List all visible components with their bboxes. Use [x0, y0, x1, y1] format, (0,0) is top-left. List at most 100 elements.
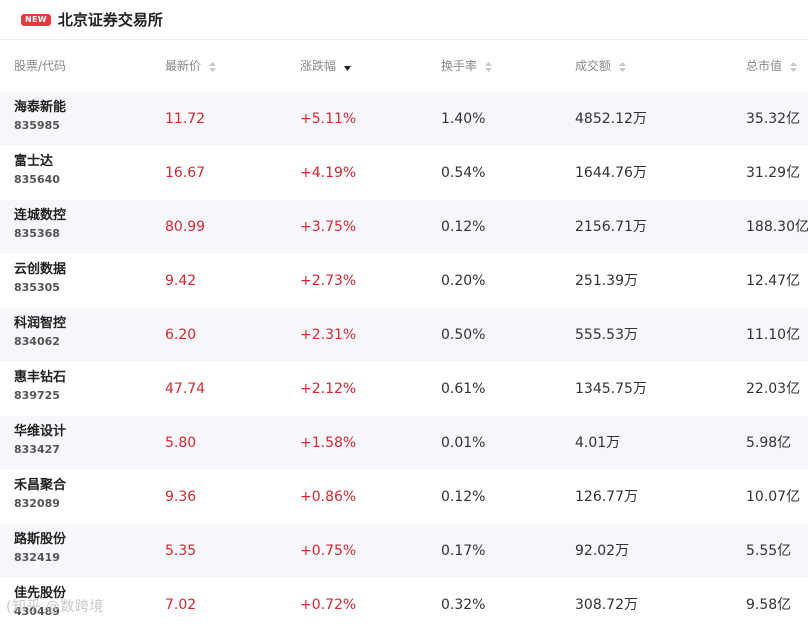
stock-code: 833427	[14, 443, 60, 456]
table-row[interactable]: 路斯股份 832419 5.35 +0.75% 0.17% 92.02万 5.5…	[0, 524, 808, 578]
price-cell: 9.42	[165, 273, 197, 289]
volume-cell: 251.39万	[575, 273, 638, 289]
watermark: (知乎 @数跨境	[6, 599, 104, 615]
stock-name-cell[interactable]: 惠丰钻石 839725	[14, 368, 66, 404]
stock-code: 835305	[14, 281, 60, 294]
column-header-change-label: 涨跌幅	[300, 59, 337, 73]
table-row[interactable]: 连城数控 835368 80.99 +3.75% 0.12% 2156.71万 …	[0, 200, 808, 254]
stock-name-cell[interactable]: 海泰新能 835985	[14, 98, 66, 134]
sort-both-icon[interactable]	[789, 61, 797, 72]
market-cap-cell: 5.55亿	[746, 543, 792, 559]
stock-code: 832089	[14, 497, 60, 510]
stock-name[interactable]: 云创数据	[14, 260, 66, 280]
change-cell: +3.75%	[300, 219, 357, 235]
price-cell: 6.20	[165, 327, 197, 343]
turnover-cell: 0.20%	[441, 273, 486, 289]
price-cell: 5.80	[165, 435, 197, 451]
volume-cell: 92.02万	[575, 543, 630, 559]
stock-name[interactable]: 路斯股份	[14, 530, 66, 550]
market-cap-cell: 10.07亿	[746, 489, 801, 505]
stock-code: 835985	[14, 119, 60, 132]
change-cell: +2.12%	[300, 381, 357, 397]
stock-name[interactable]: 禾昌聚合	[14, 476, 66, 496]
turnover-cell: 0.12%	[441, 489, 486, 505]
stock-code: 835368	[14, 227, 60, 240]
change-cell: +0.75%	[300, 543, 357, 559]
stock-code: 835640	[14, 173, 60, 186]
stock-name-cell[interactable]: 科润智控 834062	[14, 314, 66, 350]
market-cap-cell: 22.03亿	[746, 381, 801, 397]
turnover-cell: 0.12%	[441, 219, 486, 235]
price-cell: 47.74	[165, 381, 206, 397]
table-row[interactable]: 惠丰钻石 839725 47.74 +2.12% 0.61% 1345.75万 …	[0, 362, 808, 416]
sort-desc-icon[interactable]	[343, 62, 351, 72]
volume-cell: 555.53万	[575, 327, 638, 343]
table-row[interactable]: 云创数据 835305 9.42 +2.73% 0.20% 251.39万 12…	[0, 254, 808, 308]
sort-both-icon[interactable]	[484, 61, 492, 72]
table-header: 股票/代码 最新价 涨跌幅 换手率 成交额 总市值	[0, 40, 808, 92]
turnover-cell: 0.54%	[441, 165, 486, 181]
price-cell: 16.67	[165, 165, 206, 181]
volume-cell: 1644.76万	[575, 165, 647, 181]
volume-cell: 4852.12万	[575, 111, 647, 127]
stock-name[interactable]: 华维设计	[14, 422, 66, 442]
stock-code: 832419	[14, 551, 60, 564]
table-row[interactable]: 华维设计 833427 5.80 +1.58% 0.01% 4.01万 5.98…	[0, 416, 808, 470]
stock-name[interactable]: 惠丰钻石	[14, 368, 66, 388]
price-cell: 9.36	[165, 489, 197, 505]
column-header-volume[interactable]: 成交额	[575, 40, 626, 92]
sort-both-icon[interactable]	[618, 61, 626, 72]
stock-name[interactable]: 科润智控	[14, 314, 66, 334]
turnover-cell: 0.01%	[441, 435, 486, 451]
stock-name-cell[interactable]: 华维设计 833427	[14, 422, 66, 458]
table-row[interactable]: 科润智控 834062 6.20 +2.31% 0.50% 555.53万 11…	[0, 308, 808, 362]
page-title: 北京证券交易所	[57, 11, 163, 29]
column-header-market-cap-label: 总市值	[746, 59, 783, 73]
market-cap-cell: 35.32亿	[746, 111, 801, 127]
new-badge: NEW	[21, 13, 51, 26]
stock-name-cell[interactable]: 路斯股份 832419	[14, 530, 66, 566]
sort-both-icon[interactable]	[208, 61, 216, 72]
column-header-turnover[interactable]: 换手率	[441, 40, 492, 92]
stock-name-cell[interactable]: 连城数控 835368	[14, 206, 66, 242]
stock-name[interactable]: 富士达	[14, 152, 60, 172]
volume-cell: 126.77万	[575, 489, 638, 505]
stock-name-cell[interactable]: 禾昌聚合 832089	[14, 476, 66, 512]
column-header-volume-label: 成交额	[575, 59, 612, 73]
price-cell: 80.99	[165, 219, 206, 235]
change-cell: +2.73%	[300, 273, 357, 289]
volume-cell: 4.01万	[575, 435, 621, 451]
page-header: NEW 北京证券交易所	[0, 0, 808, 40]
volume-cell: 2156.71万	[575, 219, 647, 235]
table-row[interactable]: 禾昌聚合 832089 9.36 +0.86% 0.12% 126.77万 10…	[0, 470, 808, 524]
stock-table: 海泰新能 835985 11.72 +5.11% 1.40% 4852.12万 …	[0, 92, 808, 632]
price-cell: 5.35	[165, 543, 197, 559]
change-cell: +2.31%	[300, 327, 357, 343]
change-cell: +4.19%	[300, 165, 357, 181]
price-cell: 11.72	[165, 111, 206, 127]
market-cap-cell: 5.98亿	[746, 435, 792, 451]
turnover-cell: 0.50%	[441, 327, 486, 343]
turnover-cell: 0.61%	[441, 381, 486, 397]
column-header-name: 股票/代码	[14, 59, 67, 73]
table-row[interactable]: 富士达 835640 16.67 +4.19% 0.54% 1644.76万 3…	[0, 146, 808, 200]
change-cell: +0.86%	[300, 489, 357, 505]
turnover-cell: 0.17%	[441, 543, 486, 559]
stock-code: 834062	[14, 335, 60, 348]
stock-name-cell[interactable]: 云创数据 835305	[14, 260, 66, 296]
stock-name-cell[interactable]: 富士达 835640	[14, 152, 60, 188]
table-row[interactable]: 海泰新能 835985 11.72 +5.11% 1.40% 4852.12万 …	[0, 92, 808, 146]
change-cell: +1.58%	[300, 435, 357, 451]
column-header-price[interactable]: 最新价	[165, 40, 216, 92]
column-header-change[interactable]: 涨跌幅	[300, 40, 351, 92]
stock-name[interactable]: 连城数控	[14, 206, 66, 226]
column-header-turnover-label: 换手率	[441, 59, 478, 73]
market-cap-cell: 188.30亿	[746, 219, 808, 235]
column-header-price-label: 最新价	[165, 59, 202, 73]
turnover-cell: 1.40%	[441, 111, 486, 127]
market-cap-cell: 12.47亿	[746, 273, 801, 289]
volume-cell: 1345.75万	[575, 381, 647, 397]
market-cap-cell: 11.10亿	[746, 327, 801, 343]
stock-name[interactable]: 海泰新能	[14, 98, 66, 118]
column-header-market-cap[interactable]: 总市值	[746, 40, 797, 92]
